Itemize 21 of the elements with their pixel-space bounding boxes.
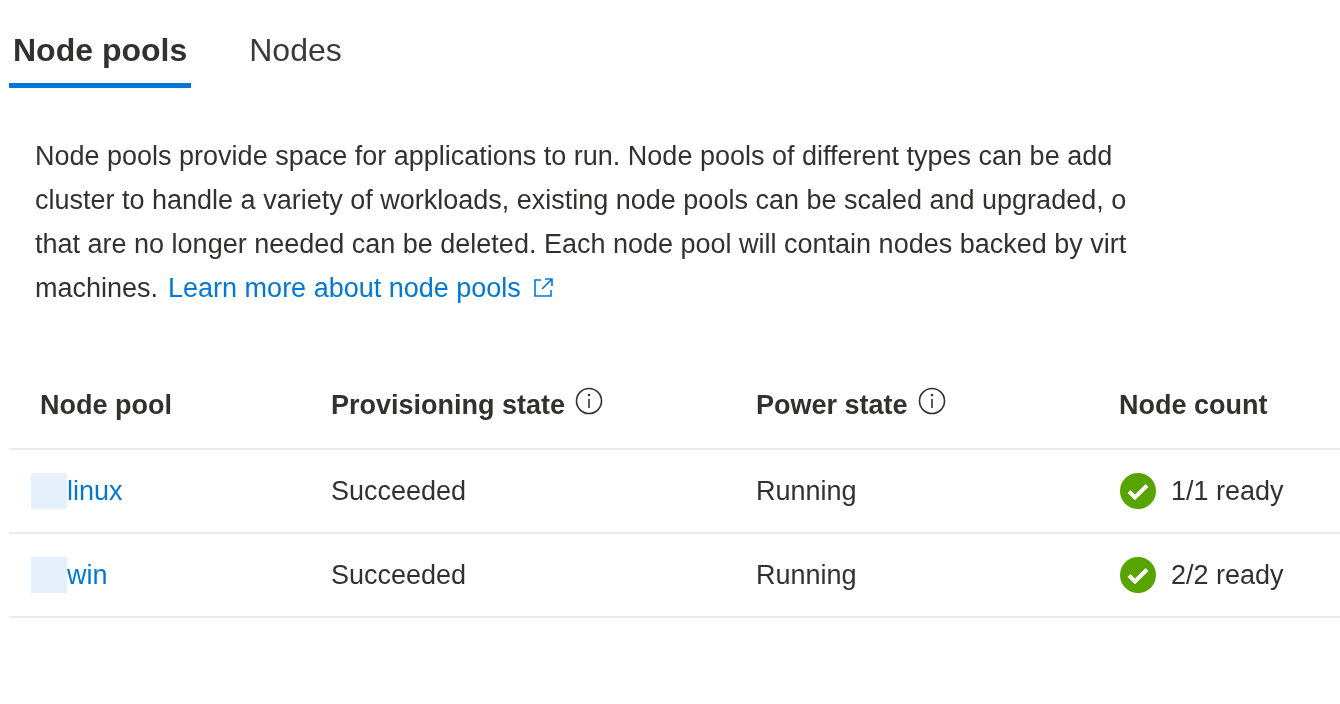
description-line: machines. (35, 272, 159, 305)
description-line: that are no longer needed can be deleted. Each node pool will contain nodes backed by virt (35, 228, 1127, 261)
node-pool-link[interactable]: win (67, 559, 108, 591)
table-cell: Running (756, 475, 857, 507)
tab[interactable]: Node pools (9, 28, 192, 88)
learn-more-link[interactable]: Learn more about node pools (168, 266, 521, 310)
column-header: Provisioning state (331, 389, 566, 421)
table-cell: Running (756, 559, 857, 591)
column-header: Node count (1119, 389, 1268, 421)
table-cell: 1/1 ready (1171, 475, 1284, 507)
node-pool-link[interactable]: linux (67, 475, 123, 507)
column-header: Power state (756, 389, 908, 421)
description-line: cluster to handle a variety of workloads, existing node pools can be scaled and upgraded, o (35, 184, 1127, 217)
redacted-block (31, 557, 67, 593)
redacted-block (31, 473, 67, 509)
tab[interactable]: Nodes (245, 28, 346, 88)
table-cell: 2/2 ready (1171, 559, 1284, 591)
table-cell: Succeeded (331, 475, 467, 507)
table-cell: Succeeded (331, 559, 467, 591)
column-header: Node pool (40, 389, 172, 421)
description-line: Node pools provide space for applications to run. Node pools of different types can be add (35, 140, 1113, 173)
